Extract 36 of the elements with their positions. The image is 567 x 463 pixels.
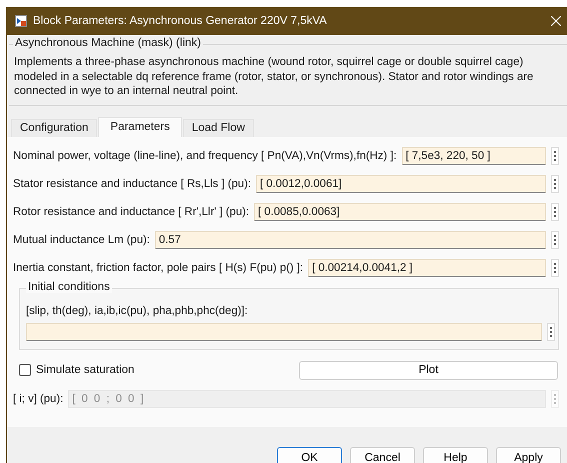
more-options-button[interactable]: [551, 203, 559, 222]
window-title: Block Parameters: Asynchronous Generator 220V 7,5kVA: [33, 15, 328, 27]
block-icon: [15, 15, 27, 27]
more-options-button[interactable]: [547, 322, 555, 341]
input-field[interactable]: [ 0.0085,0.0063]: [254, 203, 546, 222]
parameter-label: [ i; v] (pu):: [13, 392, 64, 405]
dialog-button[interactable]: Apply: [496, 446, 561, 463]
input-field[interactable]: [ 0.0012,0.0061]: [256, 175, 546, 194]
checkbox-label: Simulate saturation: [36, 364, 134, 376]
tab[interactable]: Load Flow: [182, 118, 254, 136]
parameter-label: Stator resistance and inductance [ Rs,Lls ] (pu):: [13, 178, 251, 190]
input-field[interactable]: [26, 322, 542, 341]
input-field[interactable]: [ 0.00214,0.0041,2 ]: [308, 258, 546, 277]
group-title: Initial conditions: [26, 280, 112, 293]
mask-title: Asynchronous Machine (mask) (link): [13, 37, 203, 49]
input-field[interactable]: 0.57: [154, 231, 546, 249]
dialog-button[interactable]: Cancel: [350, 446, 415, 463]
close-button[interactable]: [551, 16, 561, 26]
close-icon: [551, 16, 561, 26]
parameter-label: Rotor resistance and inductance [ Rr',Llr' ] (pu):: [13, 206, 250, 218]
input-field[interactable]: [ 7,5e3, 220, 50 ]: [402, 147, 546, 166]
mask-description: Implements a three-phase asynchronous machine (wound rotor, squirrel cage or double squirrel cage) modeled in a selectable dq reference frame (rotor, stator, or synchronous). Stator and rotor windings are connected in wye to an internal neutral point.: [14, 55, 534, 98]
more-options-button[interactable]: [551, 258, 559, 277]
parameter-label: Nominal power, voltage (line-line), and frequency [ Pn(VA),Vn(Vrms),fn(Hz) ]:: [13, 150, 397, 162]
more-options-button[interactable]: [551, 175, 559, 194]
parameter-label: [slip, th(deg), ia,ib,ic(pu), pha,phb,phc(deg)]:: [26, 304, 249, 317]
more-options-button[interactable]: [551, 147, 559, 166]
tab[interactable]: Configuration: [11, 118, 98, 136]
dialog-button[interactable]: Help: [423, 446, 488, 463]
plot-button[interactable]: Plot: [299, 360, 558, 380]
parameter-label: Inertia constant, friction factor, pole pairs [ H(s) F(pu) p() ]:: [13, 262, 304, 274]
more-options-button[interactable]: [551, 231, 559, 249]
dialog-button[interactable]: OK: [277, 446, 342, 463]
tab[interactable]: Parameters: [98, 116, 182, 136]
checkbox[interactable]: [19, 364, 31, 376]
parameter-label: Mutual inductance Lm (pu):: [13, 234, 150, 246]
